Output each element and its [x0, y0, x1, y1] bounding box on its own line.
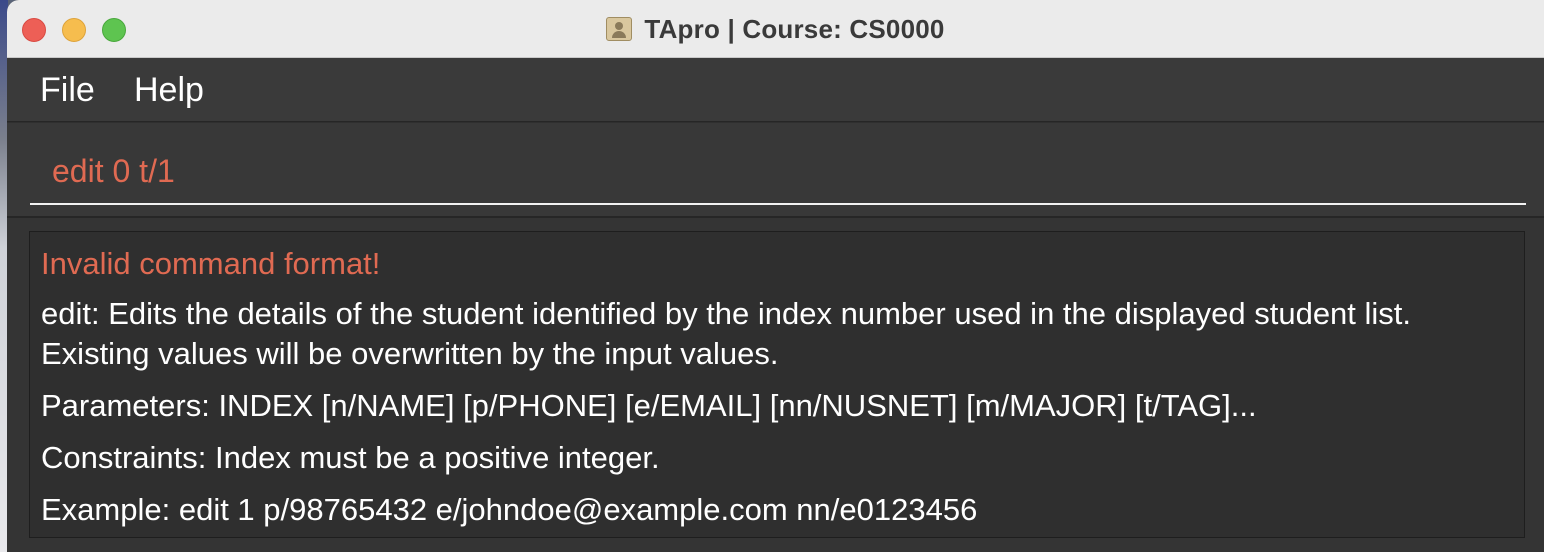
contact-card-icon [606, 17, 633, 41]
usage-constraints: Constraints: Index must be a positive in… [41, 440, 660, 475]
result-panel: Invalid command format! edit: Edits the … [7, 218, 1544, 552]
menu-help[interactable]: Help [134, 70, 204, 110]
title-container: TApro | Course: CS0000 [7, 0, 1544, 58]
window-title: TApro | Course: CS0000 [644, 13, 945, 44]
usage-description-line-1: edit: Edits the details of the student i… [41, 296, 1412, 331]
app-window: TApro | Course: CS0000 File Help edit 0 … [7, 0, 1544, 552]
title-bar: TApro | Course: CS0000 [7, 0, 1544, 58]
command-box-panel: edit 0 t/1 [7, 123, 1544, 218]
usage-parameters: Parameters: INDEX [n/NAME] [p/PHONE] [e/… [41, 388, 1257, 423]
usage-example: Example: edit 1 p/98765432 e/johndoe@exa… [41, 492, 978, 527]
usage-description-line-2: Existing values will be overwritten by t… [41, 336, 779, 371]
menu-file[interactable]: File [40, 70, 95, 110]
result-display[interactable]: Invalid command format! edit: Edits the … [29, 231, 1525, 538]
command-input[interactable]: edit 0 t/1 [30, 143, 1526, 205]
error-message: Invalid command format! [41, 246, 381, 281]
menu-bar: File Help [7, 58, 1544, 122]
